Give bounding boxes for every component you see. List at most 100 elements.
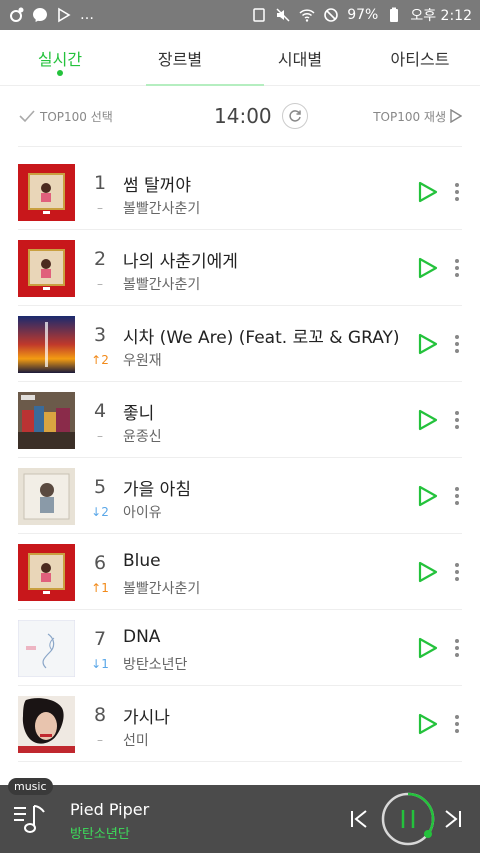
tab-label: 시대별	[277, 49, 323, 69]
song-title: 시차 (We Are) (Feat. 로꼬 & GRAY)	[123, 328, 400, 348]
tab-label: 실시간	[37, 49, 83, 69]
play-icon[interactable]	[418, 637, 438, 659]
song-title: 좋니	[123, 404, 155, 424]
music-badge: music	[8, 778, 53, 795]
clock: 오후 2:12	[410, 8, 472, 24]
rank: 5	[93, 476, 107, 498]
tab-label: 아티스트	[390, 49, 450, 69]
rank-change: ↓1	[91, 657, 109, 671]
more-options-icon[interactable]	[454, 182, 460, 202]
more-options-icon[interactable]	[454, 258, 460, 278]
song-title: 썸 탈꺼야	[123, 176, 191, 196]
more-options-icon[interactable]	[454, 334, 460, 354]
nfc-icon	[253, 8, 265, 22]
play-icon[interactable]	[418, 333, 438, 355]
play-icon[interactable]	[418, 181, 438, 203]
more-options-icon[interactable]	[454, 410, 460, 430]
divider	[18, 146, 462, 147]
tab-era[interactable]: 시대별	[240, 30, 360, 85]
rank-change: ↓2	[91, 505, 109, 519]
album-cover	[18, 544, 75, 601]
rank: 8	[93, 704, 107, 726]
refresh-icon	[289, 110, 301, 122]
next-track-icon[interactable]	[442, 808, 464, 830]
song-artist: 볼빨간사춘기	[123, 277, 201, 293]
album-cover	[18, 316, 75, 373]
more-options-icon[interactable]	[454, 638, 460, 658]
rank: 2	[93, 248, 107, 270]
battery-percent: 97%	[347, 7, 379, 23]
wifi-icon	[299, 9, 315, 22]
playlist-icon[interactable]	[12, 800, 48, 836]
tab-scroll-indicator	[146, 84, 264, 86]
song-title: DNA	[123, 627, 161, 647]
list-item[interactable]: 8 – 가시나 선미	[18, 686, 462, 762]
rank-change: –	[97, 201, 103, 215]
album-cover	[18, 240, 75, 297]
check-icon	[19, 110, 35, 123]
song-artist: 선미	[123, 733, 149, 749]
song-artist: 볼빨간사춘기	[123, 581, 201, 597]
chart-tabs: 실시간 장르별 시대별 아티스트	[0, 30, 480, 86]
song-artist: 윤종신	[123, 429, 162, 445]
rank-change: ↑1	[91, 581, 109, 595]
song-title: 나의 사춘기에게	[123, 252, 238, 272]
song-artist: 아이유	[123, 505, 162, 521]
album-cover	[18, 164, 75, 221]
rank: 1	[93, 172, 107, 194]
song-title: 가을 아침	[123, 480, 191, 500]
tab-realtime[interactable]: 실시간	[0, 30, 120, 85]
play-icon[interactable]	[418, 257, 438, 279]
album-cover	[18, 468, 75, 525]
active-dot	[57, 70, 63, 76]
status-bar: … 97% 오후 2:12	[0, 0, 480, 30]
list-item[interactable]: 5 ↓2 가을 아침 아이유	[18, 458, 462, 534]
rank-change: –	[97, 429, 103, 443]
album-cover	[18, 696, 75, 753]
list-item[interactable]: 1 – 썸 탈꺼야 볼빨간사춘기	[18, 154, 462, 230]
list-item[interactable]: 2 – 나의 사춘기에게 볼빨간사춘기	[18, 230, 462, 306]
album-cover	[18, 620, 75, 677]
more-notifications-icon: …	[80, 7, 94, 23]
song-title: Blue	[123, 551, 161, 571]
chart-list: 1 – 썸 탈꺼야 볼빨간사춘기 2 – 나의 사춘기에게 볼빨간사춘기 3 ↑…	[18, 154, 480, 762]
battery-icon	[390, 7, 399, 22]
chart-time: 14:00	[214, 104, 272, 128]
play-top100-button[interactable]: TOP100 재생	[373, 108, 462, 125]
list-item[interactable]: 6 ↑1 Blue 볼빨간사춘기	[18, 534, 462, 610]
play-outline-icon	[450, 109, 462, 123]
refresh-button[interactable]	[281, 103, 308, 129]
play-icon[interactable]	[418, 713, 438, 735]
album-cover	[18, 392, 75, 449]
select-label: TOP100 선택	[40, 109, 113, 124]
rank: 6	[93, 552, 107, 574]
select-top100-button[interactable]: TOP100 선택	[18, 107, 113, 125]
now-playing-artist[interactable]: 방탄소년단	[70, 823, 130, 842]
play-icon[interactable]	[418, 485, 438, 507]
chart-controls: TOP100 선택 14:00 TOP100 재생	[18, 96, 462, 136]
more-options-icon[interactable]	[454, 486, 460, 506]
song-artist: 우원재	[123, 353, 162, 369]
blocked-icon	[324, 8, 339, 22]
rank-change: ↑2	[91, 353, 109, 367]
song-title: 가시나	[123, 708, 170, 728]
song-artist: 방탄소년단	[123, 657, 188, 673]
play-all-label: TOP100 재생	[373, 109, 446, 124]
tab-artist[interactable]: 아티스트	[360, 30, 480, 85]
mute-icon	[276, 8, 290, 22]
pause-button[interactable]	[380, 791, 436, 847]
list-item[interactable]: 3 ↑2 시차 (We Are) (Feat. 로꼬 & GRAY) 우원재	[18, 306, 462, 382]
play-store-icon	[58, 7, 71, 23]
song-artist: 볼빨간사춘기	[123, 201, 201, 217]
tab-genre[interactable]: 장르별	[120, 30, 240, 85]
messenger-icon	[33, 8, 47, 22]
more-options-icon[interactable]	[454, 562, 460, 582]
previous-track-icon[interactable]	[348, 808, 370, 830]
now-playing-title[interactable]: Pied Piper	[70, 800, 149, 819]
app-icon	[10, 7, 24, 22]
list-item[interactable]: 4 – 좋니 윤종신	[18, 382, 462, 458]
more-options-icon[interactable]	[454, 714, 460, 734]
play-icon[interactable]	[418, 409, 438, 431]
list-item[interactable]: 7 ↓1 DNA 방탄소년단	[18, 610, 462, 686]
play-icon[interactable]	[418, 561, 438, 583]
